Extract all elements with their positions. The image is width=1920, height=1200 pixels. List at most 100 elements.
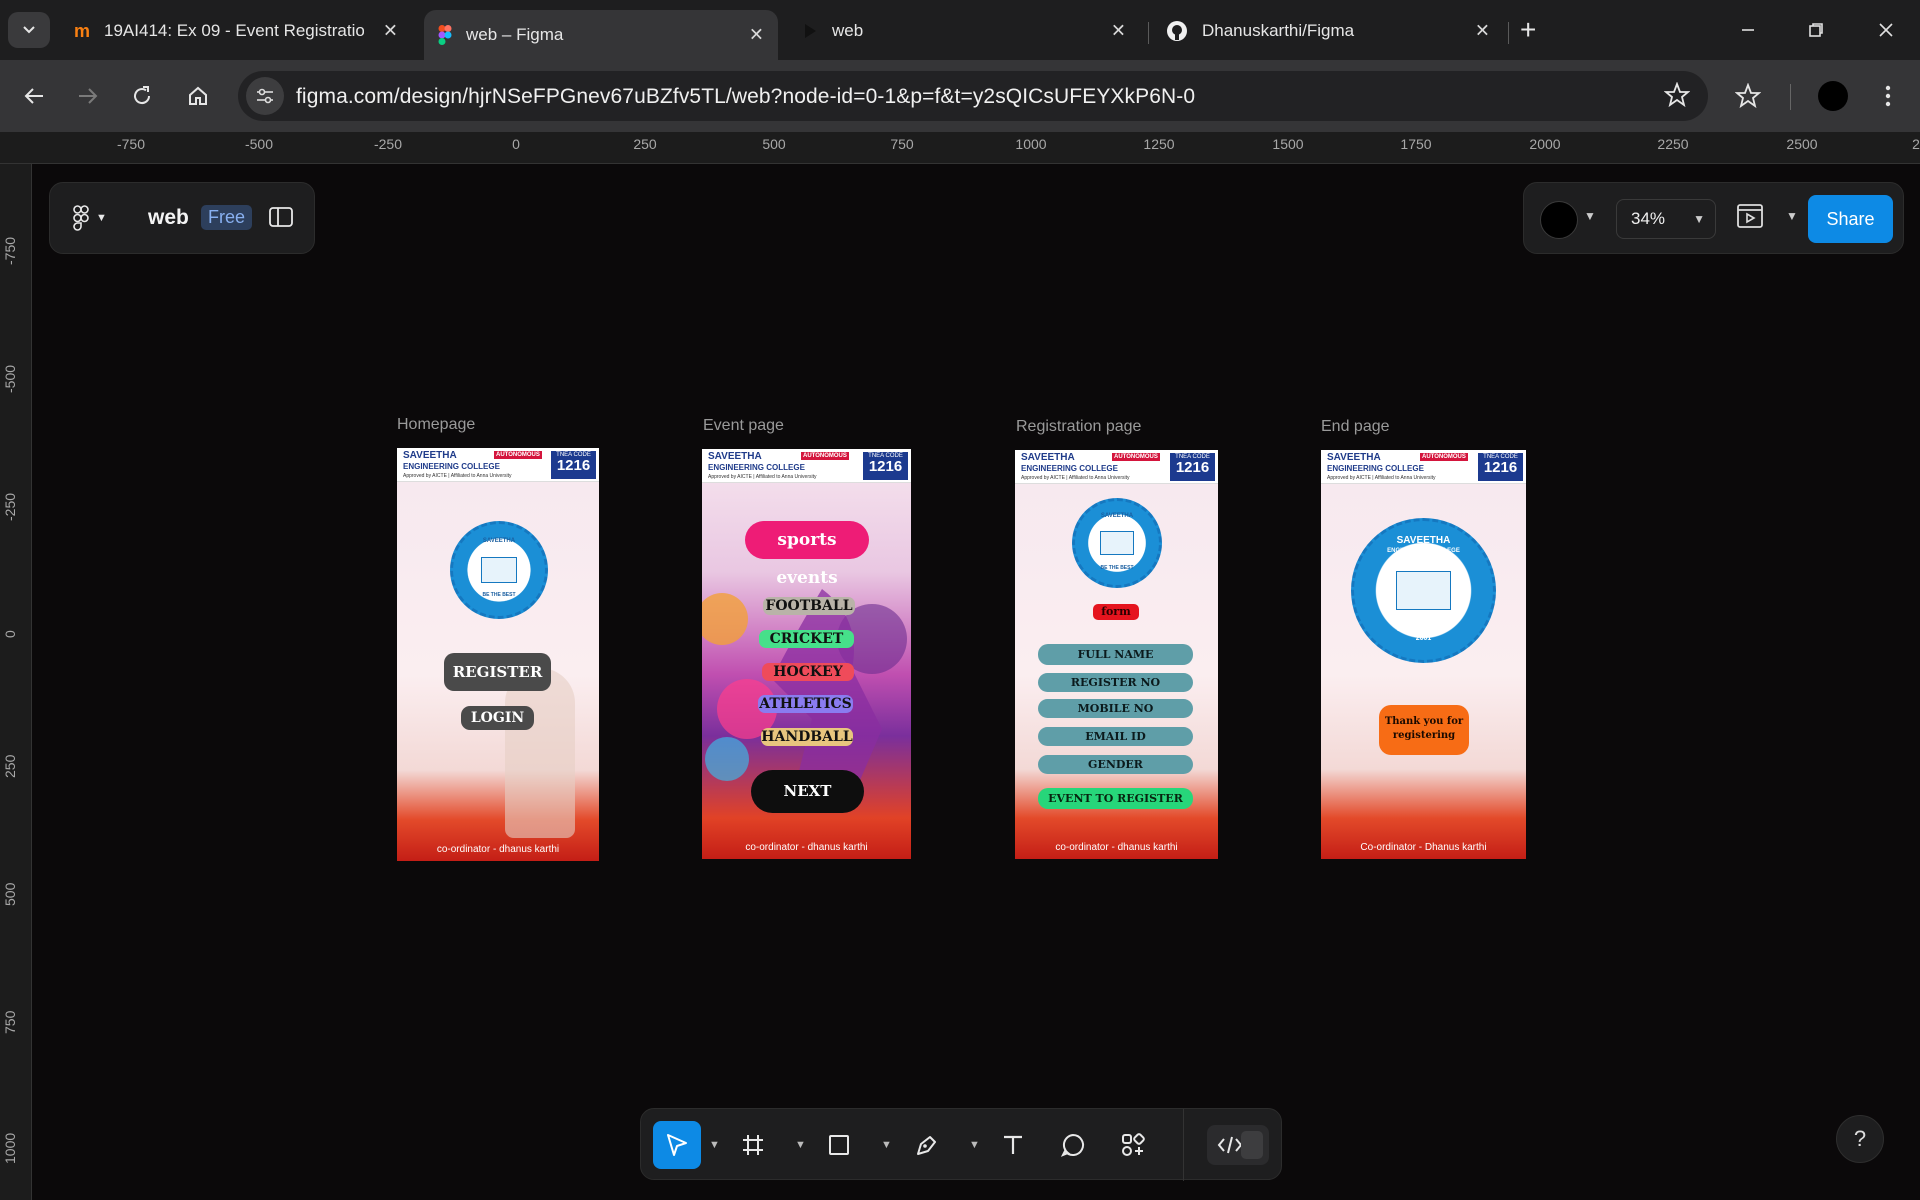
plan-badge[interactable]: Free: [201, 205, 253, 230]
college-name-line1: SAVEETHA: [403, 450, 457, 461]
book-icon: [1395, 571, 1452, 610]
tnea-code-badge: TNEA CODE 1216: [551, 451, 596, 479]
tab-moodle[interactable]: m 19AI414: Ex 09 - Event Registration ✕: [60, 10, 412, 52]
full-name-field[interactable]: FULL NAME: [1038, 644, 1193, 665]
frame-label-event[interactable]: Event page: [703, 417, 784, 435]
home-button[interactable]: [178, 76, 218, 116]
frame-label-registration[interactable]: Registration page: [1016, 418, 1141, 436]
event-option-athletics[interactable]: ATHLETICS: [758, 695, 853, 713]
college-name: SAVEETHA ENGINEERING COLLEGE: [1327, 452, 1424, 474]
coordinator-footer: Co-ordinator - Dhanus karthi: [1360, 842, 1487, 853]
event-option-cricket[interactable]: CRICKET: [759, 630, 854, 648]
back-button[interactable]: [14, 76, 54, 116]
register-button[interactable]: REGISTER: [444, 653, 551, 691]
browser-menu-button[interactable]: [1868, 76, 1908, 116]
next-button[interactable]: NEXT: [751, 770, 864, 813]
chevron-down-icon[interactable]: ▼: [795, 1139, 806, 1151]
vertical-ruler: -750 -500 -250 0 250 500 750 1000: [0, 164, 32, 1200]
close-icon[interactable]: ✕: [1475, 21, 1490, 42]
figma-logo-icon: [73, 205, 89, 231]
college-header: SAVEETHA ENGINEERING COLLEGE AUTONOMOUS …: [702, 449, 911, 483]
gender-field[interactable]: GENDER: [1038, 755, 1193, 774]
file-name[interactable]: web: [148, 206, 189, 230]
event-option-hockey[interactable]: HOCKEY: [762, 663, 854, 681]
bookmark-star-icon[interactable]: [1663, 81, 1691, 113]
present-button[interactable]: [1736, 201, 1764, 236]
autonomous-tag: AUTONOMOUS: [1420, 453, 1468, 461]
chevron-down-icon: ▼: [1693, 212, 1705, 226]
sidebar-toggle-icon[interactable]: [268, 205, 294, 234]
frame-tool-button[interactable]: [729, 1121, 777, 1169]
tab-figma-web[interactable]: web – Figma ✕: [424, 10, 778, 60]
dev-mode-toggle[interactable]: [1207, 1125, 1269, 1165]
chevron-down-icon[interactable]: ▼: [1584, 209, 1596, 223]
mobile-no-field[interactable]: MOBILE NO: [1038, 699, 1193, 718]
ruler-tick: 1500: [1272, 136, 1304, 152]
profile-avatar[interactable]: [1818, 81, 1848, 111]
forward-button[interactable]: [68, 76, 108, 116]
emblem-name: SAVEETHA: [482, 538, 516, 544]
main-menu-button[interactable]: ▼: [72, 205, 107, 231]
login-button[interactable]: LOGIN: [461, 706, 534, 730]
event-option-football[interactable]: FOOTBALL: [763, 597, 855, 615]
toolbar-divider: [1790, 84, 1791, 110]
registration-page-frame[interactable]: SAVEETHA ENGINEERING COLLEGE AUTONOMOUS …: [1015, 450, 1218, 859]
ruler-tick: -750: [116, 136, 146, 152]
reload-button[interactable]: [122, 76, 162, 116]
move-tool-button[interactable]: [653, 1121, 701, 1169]
end-page-frame[interactable]: SAVEETHA ENGINEERING COLLEGE AUTONOMOUS …: [1321, 450, 1526, 859]
pen-tool-button[interactable]: [903, 1121, 951, 1169]
chevron-down-icon[interactable]: ▼: [1786, 209, 1798, 223]
bookmarks-star-button[interactable]: [1728, 76, 1768, 116]
tab-title: web – Figma: [466, 25, 564, 44]
tab-github[interactable]: Dhanuskarthi/Figma ✕: [1152, 10, 1504, 52]
minimize-icon[interactable]: [1718, 10, 1778, 50]
tab-web[interactable]: web ✕: [788, 10, 1140, 52]
close-icon[interactable]: ✕: [1111, 21, 1126, 42]
star-list-icon: [1735, 83, 1761, 109]
actions-tool-button[interactable]: [1109, 1121, 1157, 1169]
ruler-tick: 1000: [2, 1132, 18, 1164]
event-option-handball[interactable]: HANDBALL: [761, 728, 853, 746]
zoom-dropdown[interactable]: 34% ▼: [1616, 199, 1716, 239]
close-icon[interactable]: ✕: [383, 21, 398, 42]
approval-text: Approved by AICTE | Affiliated to Anna U…: [403, 473, 512, 479]
restore-icon[interactable]: [1786, 10, 1846, 50]
ruler-tick: -500: [244, 136, 274, 152]
close-window-icon[interactable]: [1856, 10, 1916, 50]
address-bar[interactable]: figma.com/design/hjrNSeFPGnev67uBZfv5TL/…: [238, 71, 1708, 121]
tab-search-button[interactable]: [8, 12, 50, 48]
chevron-down-icon[interactable]: ▼: [709, 1139, 720, 1151]
ruler-tick: 0: [2, 630, 18, 638]
chevron-down-icon[interactable]: ▼: [969, 1139, 980, 1151]
help-button[interactable]: ?: [1836, 1115, 1884, 1163]
components-icon: [1122, 1133, 1145, 1156]
chevron-down-icon[interactable]: ▼: [881, 1139, 892, 1151]
register-no-field[interactable]: REGISTER NO: [1038, 673, 1193, 692]
frame-label-end[interactable]: End page: [1321, 418, 1390, 436]
new-tab-icon[interactable]: +: [1520, 14, 1536, 46]
share-button[interactable]: Share: [1808, 195, 1893, 243]
coordinator-footer: co-ordinator - dhanus karthi: [436, 844, 560, 855]
event-page-frame[interactable]: SAVEETHA ENGINEERING COLLEGE AUTONOMOUS …: [702, 449, 911, 859]
ruler-tick: 750: [2, 1010, 18, 1034]
form-title: form: [1093, 604, 1139, 620]
profile-avatar[interactable]: [1540, 201, 1578, 239]
tab-title: web: [832, 21, 864, 40]
shape-tool-button[interactable]: [815, 1121, 863, 1169]
chevron-down-icon: [23, 26, 35, 34]
college-name: SAVEETHA ENGINEERING COLLEGE: [403, 450, 500, 472]
autonomous-tag: AUTONOMOUS: [1112, 453, 1160, 461]
frame-label-homepage[interactable]: Homepage: [397, 416, 475, 434]
emblem-name: SAVEETHA: [1396, 535, 1451, 546]
url-text[interactable]: figma.com/design/hjrNSeFPGnev67uBZfv5TL/…: [296, 85, 1195, 109]
event-to-register-button[interactable]: EVENT TO REGISTER: [1038, 788, 1193, 809]
comment-tool-button[interactable]: [1049, 1121, 1097, 1169]
text-tool-button[interactable]: [989, 1121, 1037, 1169]
emblem-year: 2001: [1415, 635, 1432, 642]
email-id-field[interactable]: EMAIL ID: [1038, 727, 1193, 746]
homepage-frame[interactable]: SAVEETHA ENGINEERING COLLEGE AUTONOMOUS …: [397, 448, 599, 861]
figma-canvas[interactable]: [33, 165, 1920, 1200]
site-info-button[interactable]: [246, 77, 284, 115]
close-icon[interactable]: ✕: [749, 25, 764, 46]
